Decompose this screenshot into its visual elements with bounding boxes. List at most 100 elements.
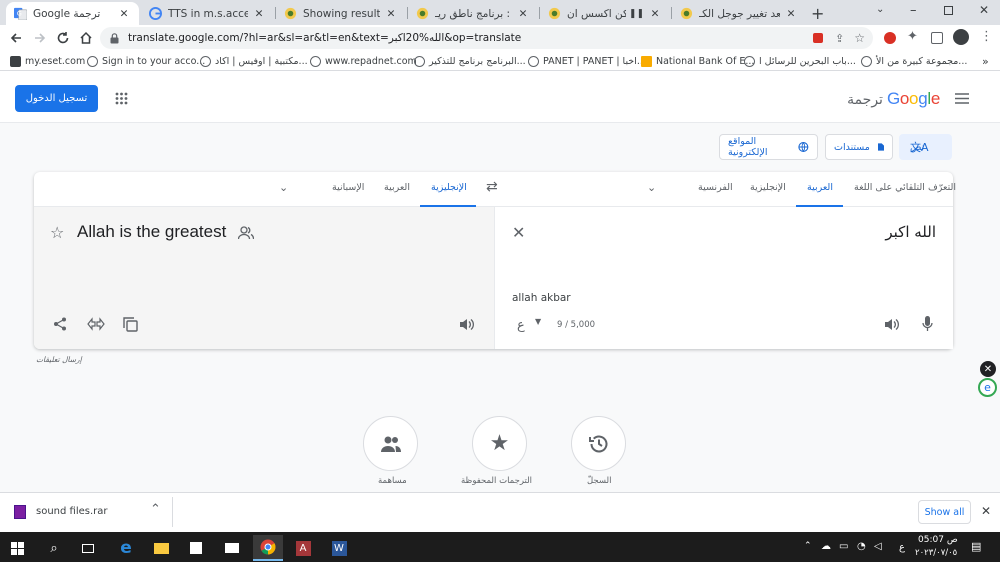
close-overlay-icon[interactable]: ✕ — [980, 361, 996, 377]
bookmark-item[interactable]: National Bank Of E... — [641, 54, 754, 68]
side-panel-icon[interactable] — [931, 32, 943, 44]
show-all-button[interactable]: Show all — [918, 500, 971, 524]
tray-chevron-icon[interactable]: ⌃ — [804, 541, 812, 551]
mail-icon[interactable] — [217, 535, 247, 561]
file-explorer-icon[interactable] — [146, 535, 176, 561]
new-tab-button[interactable]: + — [811, 4, 824, 23]
bookmark-item[interactable]: مجموعة كبيرة من الأ... — [861, 54, 967, 68]
chrome-app-icon[interactable] — [253, 535, 283, 561]
maximize-button[interactable] — [944, 6, 953, 15]
share-icon[interactable]: ⇪ — [835, 32, 844, 45]
bookmark-item[interactable]: www.repadnet.com — [310, 54, 417, 68]
store-icon[interactable] — [181, 535, 211, 561]
task-view-icon[interactable] — [73, 535, 103, 561]
bookmark-item[interactable]: البرنامج برنامج للتذكير... — [414, 54, 526, 68]
address-bar[interactable]: translate.google.com/?hl=ar&sl=ar&tl=en&… — [100, 27, 873, 49]
word-app-icon[interactable]: W — [324, 535, 354, 561]
tab-google-change[interactable]: ماذا بعد تغيير جوجل الكـ ✕ — [672, 2, 806, 25]
input-tools-button[interactable]: ع — [517, 318, 525, 333]
target-lang-arabic[interactable]: العربية — [384, 182, 410, 193]
battery-icon[interactable]: ▭ — [839, 541, 848, 552]
target-lang-english[interactable]: الإنجليزية — [431, 182, 467, 193]
saved-button[interactable]: ★ — [472, 416, 527, 471]
tab-google-translate[interactable]: G Google ترجمة ✕ — [6, 2, 139, 25]
tab-close-icon[interactable]: ✕ — [252, 7, 266, 21]
save-star-icon[interactable]: ☆ — [50, 223, 64, 242]
mode-documents-button[interactable]: مستندات — [825, 134, 893, 160]
history-button[interactable] — [571, 416, 626, 471]
bookmark-star-icon[interactable]: ☆ — [854, 31, 865, 45]
clock-date[interactable]: ٢٠٢٣/٠٧/٠٥ — [915, 548, 957, 558]
bookmarks-overflow-icon[interactable]: » — [982, 54, 989, 68]
extension-icon[interactable] — [813, 33, 824, 43]
rate-translation-icon[interactable] — [87, 316, 105, 332]
target-lang-more-chevron-icon[interactable]: ⌄ — [279, 181, 288, 194]
hamburger-menu-icon[interactable] — [955, 93, 969, 104]
edge-extension-icon[interactable]: e — [978, 378, 997, 397]
apps-grid-icon[interactable] — [115, 92, 128, 105]
lock-icon[interactable] — [110, 32, 119, 44]
bookmark-item[interactable]: my.eset.com — [10, 54, 85, 68]
menu-kebab-icon[interactable]: ⋮ — [980, 29, 993, 44]
contribute-label: مساهمة — [378, 476, 407, 486]
bookmark-item[interactable]: مكتبية | اوفيس | اكاد... — [200, 54, 308, 68]
windows-start-icon[interactable] — [2, 535, 32, 561]
listen-output-icon[interactable] — [459, 318, 474, 331]
search-icon[interactable]: ⌕ — [39, 535, 69, 561]
reload-icon[interactable] — [56, 31, 70, 45]
share-icon[interactable] — [53, 317, 67, 331]
tab-close-icon[interactable]: ✕ — [384, 7, 398, 21]
tab-gift-program[interactable]: هدية : برنامج ناطق ريـ ✕ — [408, 2, 538, 25]
profile-avatar[interactable] — [953, 29, 969, 45]
tab-close-icon[interactable]: ✕ — [117, 7, 131, 21]
back-arrow-icon[interactable] — [9, 31, 23, 45]
download-filename[interactable]: sound files.rar — [36, 506, 108, 517]
access-app-icon[interactable]: A — [288, 535, 318, 561]
microphone-icon[interactable] — [922, 316, 933, 332]
google-translate-logo[interactable]: ترجمة Google — [847, 89, 940, 109]
volume-icon[interactable]: ◁ — [874, 541, 882, 552]
source-lang-arabic[interactable]: العربية — [807, 182, 833, 193]
bookmark-item[interactable]: PANET | PANET | اخبا... — [528, 54, 646, 68]
mode-text-button[interactable]: 文A نص — [899, 134, 952, 160]
source-lang-french[interactable]: الفرنسية — [698, 182, 733, 193]
close-window-button[interactable]: ✕ — [979, 3, 989, 17]
bookmark-item[interactable]: باب البحرين للرسائل ا... — [744, 54, 856, 68]
tab-showing-results[interactable]: Showing results for 'sp ✕ — [276, 2, 406, 25]
network-icon[interactable]: ◔ — [857, 541, 866, 552]
tab-close-icon[interactable]: ✕ — [516, 7, 530, 21]
contribute-button[interactable] — [363, 416, 418, 471]
onedrive-icon[interactable]: ☁ — [821, 541, 831, 552]
minimize-button[interactable]: – — [910, 3, 917, 18]
clock-time[interactable]: 05:07 ص — [918, 535, 958, 545]
input-tools-dropdown-icon[interactable]: ▼ — [535, 317, 541, 326]
signin-button[interactable]: تسجيل الدخول — [15, 85, 98, 112]
close-downloads-icon[interactable]: ✕ — [981, 504, 991, 518]
edge-app-icon[interactable]: e — [111, 535, 141, 561]
listen-input-icon[interactable] — [884, 318, 899, 331]
source-text-input[interactable]: الله اكبر — [885, 223, 936, 241]
copy-icon[interactable] — [123, 317, 138, 332]
tab-close-icon[interactable]: ✕ — [648, 7, 662, 21]
ext-red-icon[interactable] — [884, 32, 896, 44]
mode-websites-button[interactable]: المواقع الإلكترونية — [719, 134, 818, 160]
tab-search-chevron-icon[interactable]: ⌄ — [876, 4, 884, 15]
home-icon[interactable] — [79, 31, 93, 45]
source-lang-detect[interactable]: التعرّف التلقائي على اللغة — [854, 182, 956, 193]
source-lang-more-chevron-icon[interactable]: ⌄ — [647, 181, 656, 194]
input-language-indicator[interactable]: ع — [899, 542, 905, 553]
notifications-icon[interactable]: ▤ — [971, 540, 981, 553]
source-lang-english[interactable]: الإنجليزية — [750, 182, 786, 193]
download-options-chevron-icon[interactable]: ⌃ — [150, 502, 161, 517]
target-lang-spanish[interactable]: الإسبانية — [332, 182, 364, 193]
globe-icon — [414, 55, 425, 67]
tab-close-icon[interactable]: ✕ — [784, 7, 798, 21]
puzzle-extensions-icon[interactable]: ✦ — [907, 29, 918, 44]
swap-languages-icon[interactable]: ⇄ — [486, 179, 498, 195]
bookmark-item[interactable]: Sign in to your acco... — [87, 54, 205, 68]
tab-access-question[interactable]: هل يمكن اكسس ان ❚❚ ✕ — [540, 2, 670, 25]
send-feedback-link[interactable]: إرسال تعليقات — [36, 355, 82, 364]
forward-arrow-icon[interactable] — [33, 31, 47, 45]
tab-tts[interactable]: TTS in m.s.access - قد ✕ — [141, 2, 274, 25]
clear-input-icon[interactable]: ✕ — [512, 223, 525, 242]
